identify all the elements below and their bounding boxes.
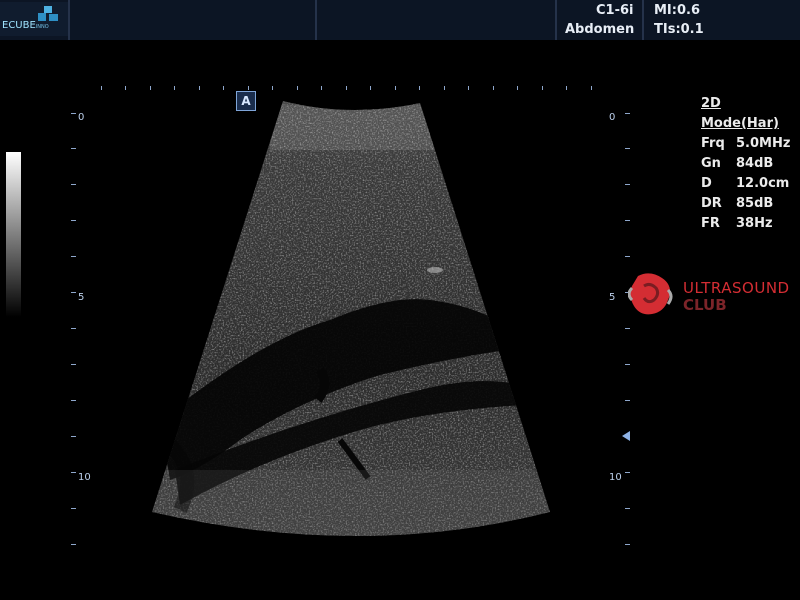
- depth-tick: [71, 184, 76, 185]
- depth-tick: [625, 184, 630, 185]
- depth-tick: [71, 544, 76, 545]
- lateral-tick: [444, 86, 445, 90]
- lateral-tick: [321, 86, 322, 90]
- param-value: 5.0MHz: [736, 136, 791, 151]
- lateral-tick: [542, 86, 543, 90]
- lateral-tick: [517, 86, 518, 90]
- depth-tick: [625, 113, 630, 114]
- lateral-tick: [419, 86, 420, 90]
- param-key: Frq: [701, 136, 725, 151]
- depth-tick: [625, 220, 630, 221]
- watermark-line2: CLUB: [683, 296, 727, 314]
- depth-tick: [625, 328, 630, 329]
- param-row: FR 38Hz: [701, 214, 800, 234]
- depth-label: 5: [78, 292, 85, 303]
- lateral-tick: [199, 86, 200, 90]
- depth-tick: [71, 400, 76, 401]
- mode-title: 2D Mode(Har): [701, 96, 779, 131]
- param-row: Gn 84dB: [701, 154, 800, 174]
- depth-label: 10: [78, 472, 91, 483]
- lateral-tick: [101, 86, 102, 90]
- focus-marker-icon[interactable]: [622, 431, 630, 441]
- depth-tick: [71, 113, 76, 114]
- param-value: 84dB: [736, 156, 774, 171]
- param-row: D 12.0cm: [701, 174, 800, 194]
- grayscale-bar: [6, 152, 21, 317]
- depth-tick: [625, 364, 630, 365]
- param-key: Gn: [701, 156, 721, 171]
- ultrasound-sector: [152, 101, 550, 536]
- mode-icon[interactable]: A: [236, 91, 256, 111]
- depth-tick: [625, 508, 630, 509]
- depth-tick: [71, 508, 76, 509]
- watermark-line1: ULTRASOUND: [683, 279, 790, 297]
- lateral-tick: [395, 86, 396, 90]
- param-key: D: [701, 176, 712, 191]
- depth-label: 0: [78, 112, 85, 123]
- imaging-parameters: 2D Mode(Har) Frq 5.0MHz Gn 84dB D 12.0cm DR…: [701, 94, 800, 234]
- depth-tick: [71, 364, 76, 365]
- depth-tick: [71, 148, 76, 149]
- depth-tick: [71, 472, 76, 473]
- depth-label: 10: [609, 472, 622, 483]
- lateral-tick: [297, 86, 298, 90]
- depth-tick: [71, 220, 76, 221]
- depth-tick: [71, 328, 76, 329]
- depth-tick: [625, 400, 630, 401]
- depth-tick: [71, 292, 76, 293]
- depth-tick: [625, 148, 630, 149]
- lateral-tick: [468, 86, 469, 90]
- lateral-tick: [125, 86, 126, 90]
- param-value: 12.0cm: [736, 176, 790, 191]
- lateral-tick: [370, 86, 371, 90]
- lateral-tick: [248, 86, 249, 90]
- lateral-tick: [174, 86, 175, 90]
- lateral-tick: [272, 86, 273, 90]
- depth-tick: [71, 256, 76, 257]
- param-key: FR: [701, 216, 720, 231]
- lateral-tick: [150, 86, 151, 90]
- depth-tick: [625, 544, 630, 545]
- ultrasound-club-logo-icon: [628, 273, 673, 315]
- ultrasound-image: [152, 101, 550, 536]
- depth-label: 0: [609, 112, 616, 123]
- depth-tick: [71, 436, 76, 437]
- param-value: 85dB: [736, 196, 774, 211]
- lateral-tick: [223, 86, 224, 90]
- param-value: 38Hz: [736, 216, 773, 231]
- lateral-tick: [591, 86, 592, 90]
- depth-label: 5: [609, 292, 616, 303]
- lateral-tick: [493, 86, 494, 90]
- param-row: DR 85dB: [701, 194, 800, 214]
- lateral-tick: [566, 86, 567, 90]
- lateral-tick: [346, 86, 347, 90]
- depth-tick: [625, 472, 630, 473]
- depth-tick: [625, 256, 630, 257]
- param-key: DR: [701, 196, 722, 211]
- param-row: Frq 5.0MHz: [701, 134, 800, 154]
